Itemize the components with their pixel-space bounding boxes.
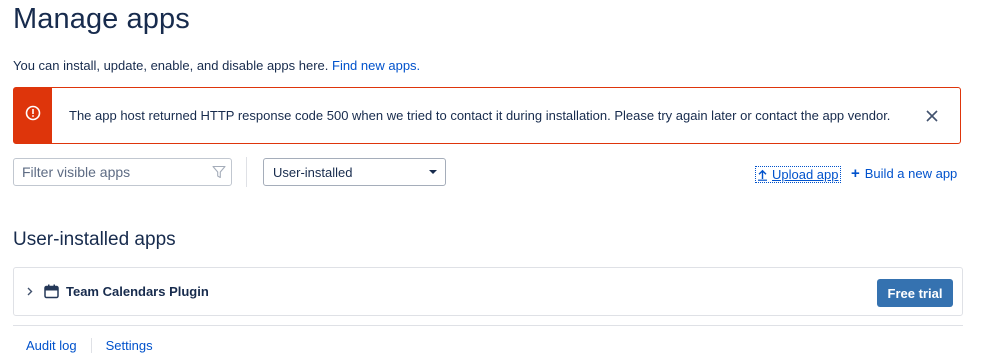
page-title: Manage apps — [13, 3, 190, 35]
error-side-bar — [14, 88, 52, 143]
section-title: User-installed apps — [13, 229, 176, 250]
plus-icon: + — [851, 165, 860, 182]
filter-input[interactable] — [22, 164, 207, 180]
caret-down-icon — [429, 170, 437, 174]
error-icon — [25, 105, 41, 126]
find-new-apps-link[interactable]: Find new apps. — [332, 58, 420, 73]
build-new-app-link[interactable]: + Build a new app — [851, 166, 957, 181]
chevron-right-icon[interactable] — [27, 287, 35, 296]
build-new-app-label: Build a new app — [864, 166, 958, 181]
select-value: User-installed — [273, 164, 353, 180]
toolbar-divider — [246, 157, 247, 187]
funnel-icon — [212, 165, 226, 184]
app-name: Team Calendars Plugin — [66, 284, 209, 299]
audit-log-link[interactable]: Audit log — [26, 338, 77, 353]
error-message: The app host returned HTTP response code… — [69, 108, 891, 123]
footer-separator — [90, 338, 92, 353]
free-trial-button[interactable]: Free trial — [877, 279, 953, 307]
calendar-icon — [44, 284, 59, 299]
error-banner: The app host returned HTTP response code… — [13, 87, 961, 144]
upload-app-link[interactable]: Upload app — [755, 166, 841, 183]
settings-link[interactable]: Settings — [106, 338, 153, 353]
footer-divider — [13, 325, 963, 326]
footer-links: Audit log Settings — [26, 338, 153, 353]
intro-text: You can install, update, enable, and dis… — [13, 58, 420, 73]
upload-icon — [757, 169, 768, 181]
app-type-select[interactable]: User-installed — [263, 158, 446, 186]
intro-description: You can install, update, enable, and dis… — [13, 58, 329, 73]
close-icon[interactable] — [922, 106, 942, 126]
app-row[interactable]: Team Calendars Plugin Free trial — [13, 267, 963, 316]
upload-app-label: Upload app — [772, 167, 839, 182]
filter-field — [13, 158, 232, 186]
